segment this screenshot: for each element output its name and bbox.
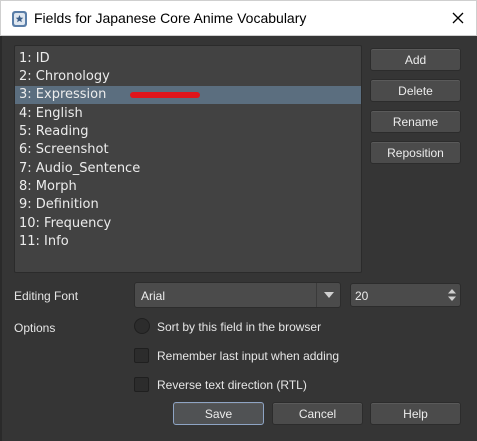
font-size-stepper[interactable]	[444, 284, 460, 306]
help-button[interactable]: Help	[370, 402, 461, 425]
field-item[interactable]: 1: ID	[15, 50, 361, 68]
field-item[interactable]: 11: Info	[15, 233, 361, 251]
title-bar: Fields for Japanese Core Anime Vocabular…	[0, 0, 477, 36]
window-title: Fields for Japanese Core Anime Vocabular…	[34, 10, 307, 26]
font-size-value: 20	[355, 289, 369, 303]
font-select-value: Arial	[141, 289, 166, 303]
field-item[interactable]: 10: Frequency	[15, 215, 361, 233]
field-item[interactable]: 7: Audio_Sentence	[15, 160, 361, 178]
field-item-label: 3: Expression	[19, 87, 107, 102]
add-button[interactable]: Add	[370, 48, 461, 71]
editing-font-label: Editing Font	[14, 289, 79, 303]
field-item[interactable]: 2: Chronology	[15, 68, 361, 86]
remember-last-input-checkbox[interactable]	[134, 348, 149, 363]
save-button[interactable]: Save	[173, 402, 264, 425]
spin-arrows-icon	[448, 289, 456, 301]
red-annotation-line	[130, 92, 200, 98]
font-size-spinbox[interactable]: 20	[350, 283, 461, 307]
delete-button[interactable]: Delete	[370, 79, 461, 102]
chevron-down-icon	[323, 292, 334, 298]
fields-list[interactable]: 1: ID 2: Chronology 3: Expression 4: Eng…	[14, 45, 362, 273]
field-item[interactable]: 4: English	[15, 105, 361, 123]
window-left-edge	[0, 36, 2, 441]
reposition-button[interactable]: Reposition	[370, 141, 461, 164]
anki-app-icon	[12, 11, 27, 27]
rename-button[interactable]: Rename	[370, 110, 461, 133]
field-item[interactable]: 9: Definition	[15, 196, 361, 214]
remember-last-input-label[interactable]: Remember last input when adding	[157, 349, 339, 363]
field-item[interactable]: 8: Morph	[15, 178, 361, 196]
sort-by-field-label[interactable]: Sort by this field in the browser	[157, 320, 321, 334]
cancel-button[interactable]: Cancel	[272, 402, 363, 425]
rtl-checkbox[interactable]	[134, 377, 149, 392]
font-select-arrow[interactable]	[316, 283, 340, 307]
close-icon	[452, 12, 464, 24]
field-item[interactable]: 5: Reading	[15, 123, 361, 141]
close-button[interactable]	[441, 3, 475, 33]
sort-by-field-radio[interactable]	[134, 318, 150, 334]
rtl-label[interactable]: Reverse text direction (RTL)	[157, 378, 307, 392]
field-item-selected[interactable]: 3: Expression	[15, 86, 361, 104]
options-label: Options	[14, 321, 56, 335]
font-select[interactable]: Arial	[134, 282, 341, 308]
field-item[interactable]: 6: Screenshot	[15, 141, 361, 159]
